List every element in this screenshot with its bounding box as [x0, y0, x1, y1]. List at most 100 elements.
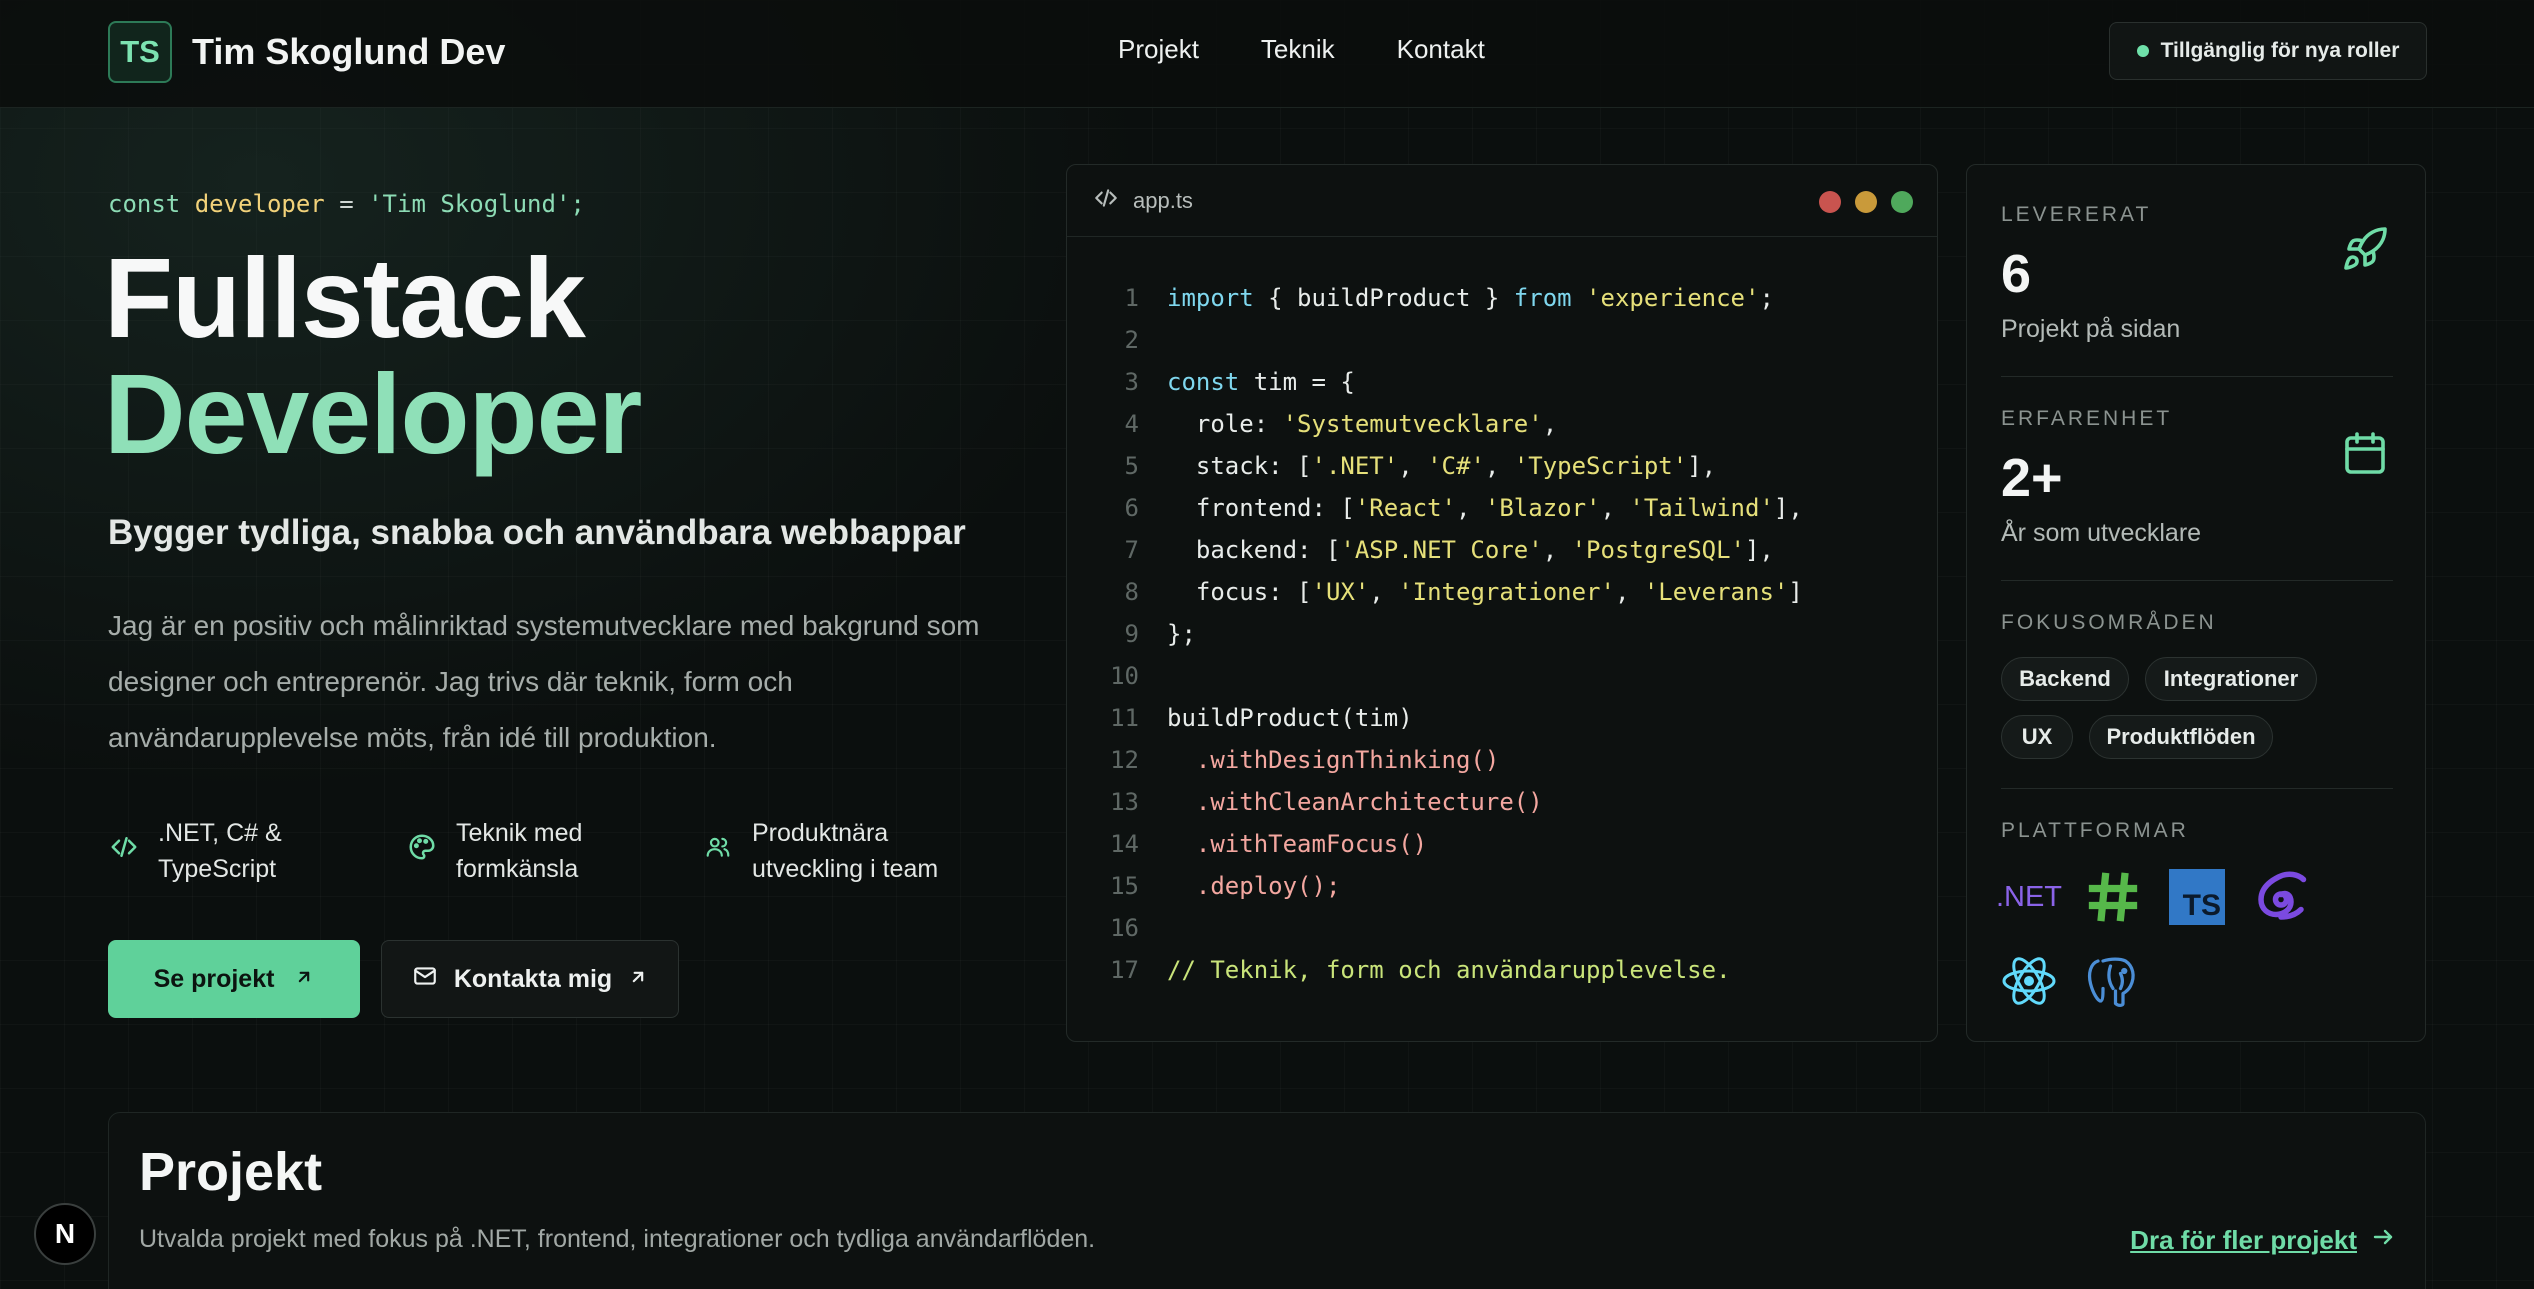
experience-label: ERFARENHET	[2001, 407, 2173, 430]
divider	[2001, 376, 2393, 377]
code-row: 9};	[1067, 613, 1937, 655]
code-token: .withDesignThinking()	[1167, 746, 1500, 774]
code-token: buildProduct(tim)	[1167, 704, 1413, 732]
delivered-label: LEVERERAT	[2001, 203, 2152, 226]
code-token: ,	[1484, 452, 1514, 480]
hero-title-line1: Fullstack	[104, 235, 586, 361]
code-token: { buildProduct }	[1253, 284, 1514, 312]
csharp-icon	[2081, 865, 2145, 929]
react-icon	[1997, 949, 2061, 1013]
dotnet-icon: .NET	[1995, 865, 2063, 929]
line-number: 14	[1110, 830, 1139, 858]
divider	[2001, 580, 2393, 581]
contact-label: Kontakta mig	[453, 964, 613, 993]
code-token: ;	[1759, 284, 1774, 312]
feature-text: .NET, C# & TypeScript	[158, 815, 282, 887]
code-row: 8 focus: ['UX', 'Integrationer', 'Levera…	[1067, 571, 1937, 613]
code-row: 16	[1067, 907, 1937, 949]
code-token: '.NET'	[1311, 452, 1399, 480]
typescript-label: TS	[2182, 889, 2221, 922]
postgresql-icon	[2081, 949, 2145, 1013]
feature-line: formkänsla	[456, 855, 579, 883]
code-row: 14 .withTeamFocus()	[1067, 823, 1937, 865]
code-icon	[108, 831, 140, 863]
code-token: .withTeamFocus()	[1167, 830, 1428, 858]
code-token: ,	[1614, 578, 1644, 606]
arrow-up-right-icon	[294, 965, 314, 994]
line-number: 7	[1124, 536, 1139, 564]
palette-icon	[406, 831, 438, 863]
dotnet-label: .NET	[1995, 880, 2063, 913]
code-token: ,	[1542, 410, 1558, 438]
code-token: ,	[1542, 536, 1572, 564]
line-number: 12	[1110, 746, 1139, 774]
code-row: 4 role: 'Systemutvecklare',	[1067, 403, 1937, 445]
see-projects-button[interactable]: Se projekt	[108, 940, 360, 1018]
feature-item: Produktnära utveckling i team	[702, 815, 1002, 887]
maximize-dot-icon	[1891, 191, 1913, 213]
code-row: 15 .deploy();	[1067, 865, 1937, 907]
focus-tag: Produktflöden	[2089, 715, 2273, 759]
code-token: from	[1513, 284, 1572, 312]
brand-link[interactable]: TS Tim Skoglund Dev	[108, 21, 505, 83]
divider	[2001, 788, 2393, 789]
typescript-icon: TS	[2165, 865, 2229, 929]
minimize-dot-icon	[1855, 191, 1877, 213]
availability-badge: Tillgänglig för nya roller	[2109, 22, 2427, 80]
feature-item: Teknik med formkänsla	[406, 815, 702, 887]
projects-title: Projekt	[139, 1142, 323, 1202]
code-filename: app.ts	[1133, 187, 1193, 213]
line-number: 1	[1124, 284, 1139, 312]
code-row: 1 import { buildProduct } from 'experienc…	[1067, 277, 1937, 319]
line-number: 6	[1124, 494, 1139, 522]
hero-subtitle: Bygger tydliga, snabba och användbara we…	[108, 513, 966, 552]
brand-logo: TS	[108, 21, 172, 83]
code-token: ],	[1773, 494, 1803, 522]
focus-tag: Backend	[2001, 657, 2129, 701]
more-projects-link[interactable]: Dra för fler projekt	[2130, 1225, 2395, 1256]
line-number: 8	[1124, 578, 1139, 606]
focus-label: FOKUSOMRÅDEN	[2001, 611, 2217, 634]
code-token: stack: [	[1167, 452, 1312, 480]
hero-title: Fullstack Developer	[104, 235, 642, 472]
nav-projekt[interactable]: Projekt	[1118, 34, 1199, 65]
code-token: .deploy();	[1167, 872, 1341, 900]
code-row: 5 stack: ['.NET', 'C#', 'TypeScript'],	[1067, 445, 1937, 487]
nextjs-badge[interactable]: N	[34, 1203, 96, 1265]
experience-sub: År som utvecklare	[2001, 519, 2202, 547]
availability-text: Tillgänglig för nya roller	[2160, 39, 2400, 62]
focus-tag: Integrationer	[2145, 657, 2317, 701]
contact-button[interactable]: Kontakta mig	[381, 940, 679, 1018]
code-editor-header: app.ts	[1067, 165, 1937, 237]
code-row: 3 const tim = {	[1067, 361, 1937, 403]
code-token: 'PostgreSQL'	[1571, 536, 1745, 564]
platforms-label: PLATTFORMAR	[2001, 819, 2189, 842]
code-token: ,	[1600, 494, 1630, 522]
mail-icon	[412, 963, 438, 996]
code-token: ]	[1788, 578, 1803, 606]
nav-teknik[interactable]: Teknik	[1261, 34, 1335, 65]
code-token: 'Tailwind'	[1629, 494, 1774, 522]
status-dot-icon	[2136, 45, 2149, 57]
window-controls	[1819, 191, 1913, 213]
brand-name: Tim Skoglund Dev	[192, 31, 506, 72]
arrow-up-right-icon	[628, 965, 648, 994]
code-row: 6 frontend: ['React', 'Blazor', 'Tailwin…	[1067, 487, 1937, 529]
line-number: 5	[1124, 452, 1139, 480]
code-file-icon	[1093, 185, 1119, 216]
delivered-value: 6	[2001, 244, 2032, 304]
code-token: frontend: [	[1167, 494, 1355, 522]
line-number: 16	[1110, 914, 1139, 942]
code-string: 'Tim Skoglund';	[368, 190, 585, 218]
code-token: role:	[1167, 410, 1283, 438]
stats-panel: LEVERERAT 6 Projekt på sidan ERFARENHET …	[1966, 164, 2426, 1042]
hero-code-line: const developer = 'Tim Skoglund';	[108, 190, 585, 218]
code-token: .withCleanArchitecture()	[1167, 788, 1543, 816]
code-token: const	[1167, 368, 1240, 396]
more-projects-label: Dra för fler projekt	[2130, 1225, 2357, 1255]
feature-list: .NET, C# & TypeScript Teknik med formkän…	[108, 815, 1002, 887]
nav-kontakt[interactable]: Kontakt	[1397, 34, 1485, 65]
code-token: 'Integrationer'	[1398, 578, 1615, 606]
blazor-icon	[2249, 865, 2313, 929]
code-row: 11 buildProduct(tim)	[1067, 697, 1937, 739]
